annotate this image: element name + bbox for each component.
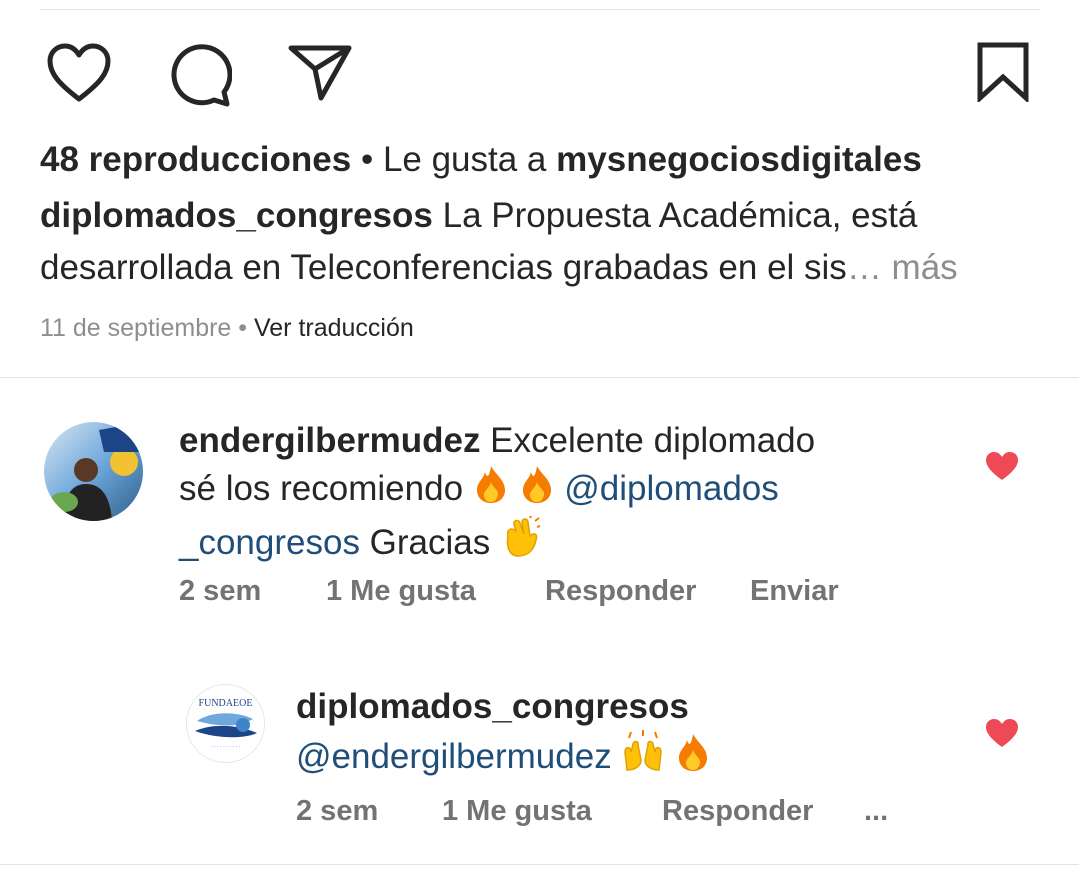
caption-line-2: desarrollada en Teleconferencias grabada… [40,246,958,290]
fire-emoji-icon [675,732,711,784]
views-and-likes: 48 reproducciones • Le gusta a mysnegoci… [40,138,922,182]
send-button[interactable]: Enviar [750,573,839,609]
comment-likes[interactable]: 1 Me gusta [326,573,476,609]
heart-outline-icon[interactable] [46,43,112,105]
comment-text-1: Excelente diplomado [480,421,816,460]
svg-text:· · · · · · · · · ·: · · · · · · · · · · [211,744,240,750]
comment-body: endergilbermudez Excelente diplomado sé … [179,418,959,570]
more-options-button[interactable]: ... [864,793,888,829]
reply-body: diplomados_congresos @endergilbermudez [296,684,956,784]
comment-time: 2 sem [296,795,379,827]
comment-time: 2 sem [179,575,262,607]
separator: • [351,140,383,179]
svg-text:FUNDAEOE: FUNDAEOE [199,698,253,709]
post-meta: 11 de septiembre • Ver traducción [40,312,414,344]
reply-button[interactable]: Responder [545,573,696,609]
comment-likes[interactable]: 1 Me gusta [442,793,592,829]
see-translation-link[interactable]: Ver traducción [254,314,414,342]
meta-dot: • [231,314,254,342]
reply-actions: 2 sem 1 Me gusta Responder ... [296,793,956,829]
comment-username[interactable]: diplomados_congresos [296,687,689,726]
mention-link-continued[interactable]: _congresos [179,523,360,562]
top-divider [40,9,1040,10]
comment-text-2: sé los recomiendo [179,469,473,508]
mention-link[interactable]: @endergilbermudez [296,737,612,776]
heart-filled-icon[interactable] [985,718,1019,753]
comment-username[interactable]: endergilbermudez [179,421,480,460]
clapping-hands-emoji-icon [500,513,541,570]
post-date: 11 de septiembre [40,314,232,342]
speech-bubble-icon[interactable] [166,42,232,108]
fire-emoji-icon [473,464,509,516]
views-count[interactable]: 48 reproducciones [40,140,351,179]
caption-ellipsis: … [846,248,882,287]
more-link[interactable]: más [882,248,958,287]
caption-text: La Propuesta Académica, está [432,196,918,235]
liked-by-prefix: Le gusta a [382,140,557,179]
comment-text-3: Gracias [359,523,500,562]
caption-text-continued: desarrollada en Teleconferencias grabada… [40,248,847,287]
raising-hands-emoji-icon [621,730,665,784]
caption-line-1: diplomados_congresos La Propuesta Académ… [40,194,917,238]
reply-button[interactable]: Responder [662,793,813,829]
avatar[interactable]: FUNDAEOE · · · · · · · · · · [186,684,265,763]
liked-by-user[interactable]: mysnegociosdigitales [556,140,922,179]
paper-plane-icon[interactable] [287,43,353,103]
bookmark-icon[interactable] [976,42,1030,102]
caption-username[interactable]: diplomados_congresos [40,196,433,235]
mention-link[interactable]: @diplomados [564,469,779,508]
comments-divider [0,377,1079,378]
bottom-divider [0,864,1079,865]
heart-filled-icon[interactable] [985,451,1019,486]
comment-actions: 2 sem 1 Me gusta Responder Enviar [179,573,959,609]
avatar[interactable] [44,422,143,521]
fire-emoji-icon [519,464,555,516]
